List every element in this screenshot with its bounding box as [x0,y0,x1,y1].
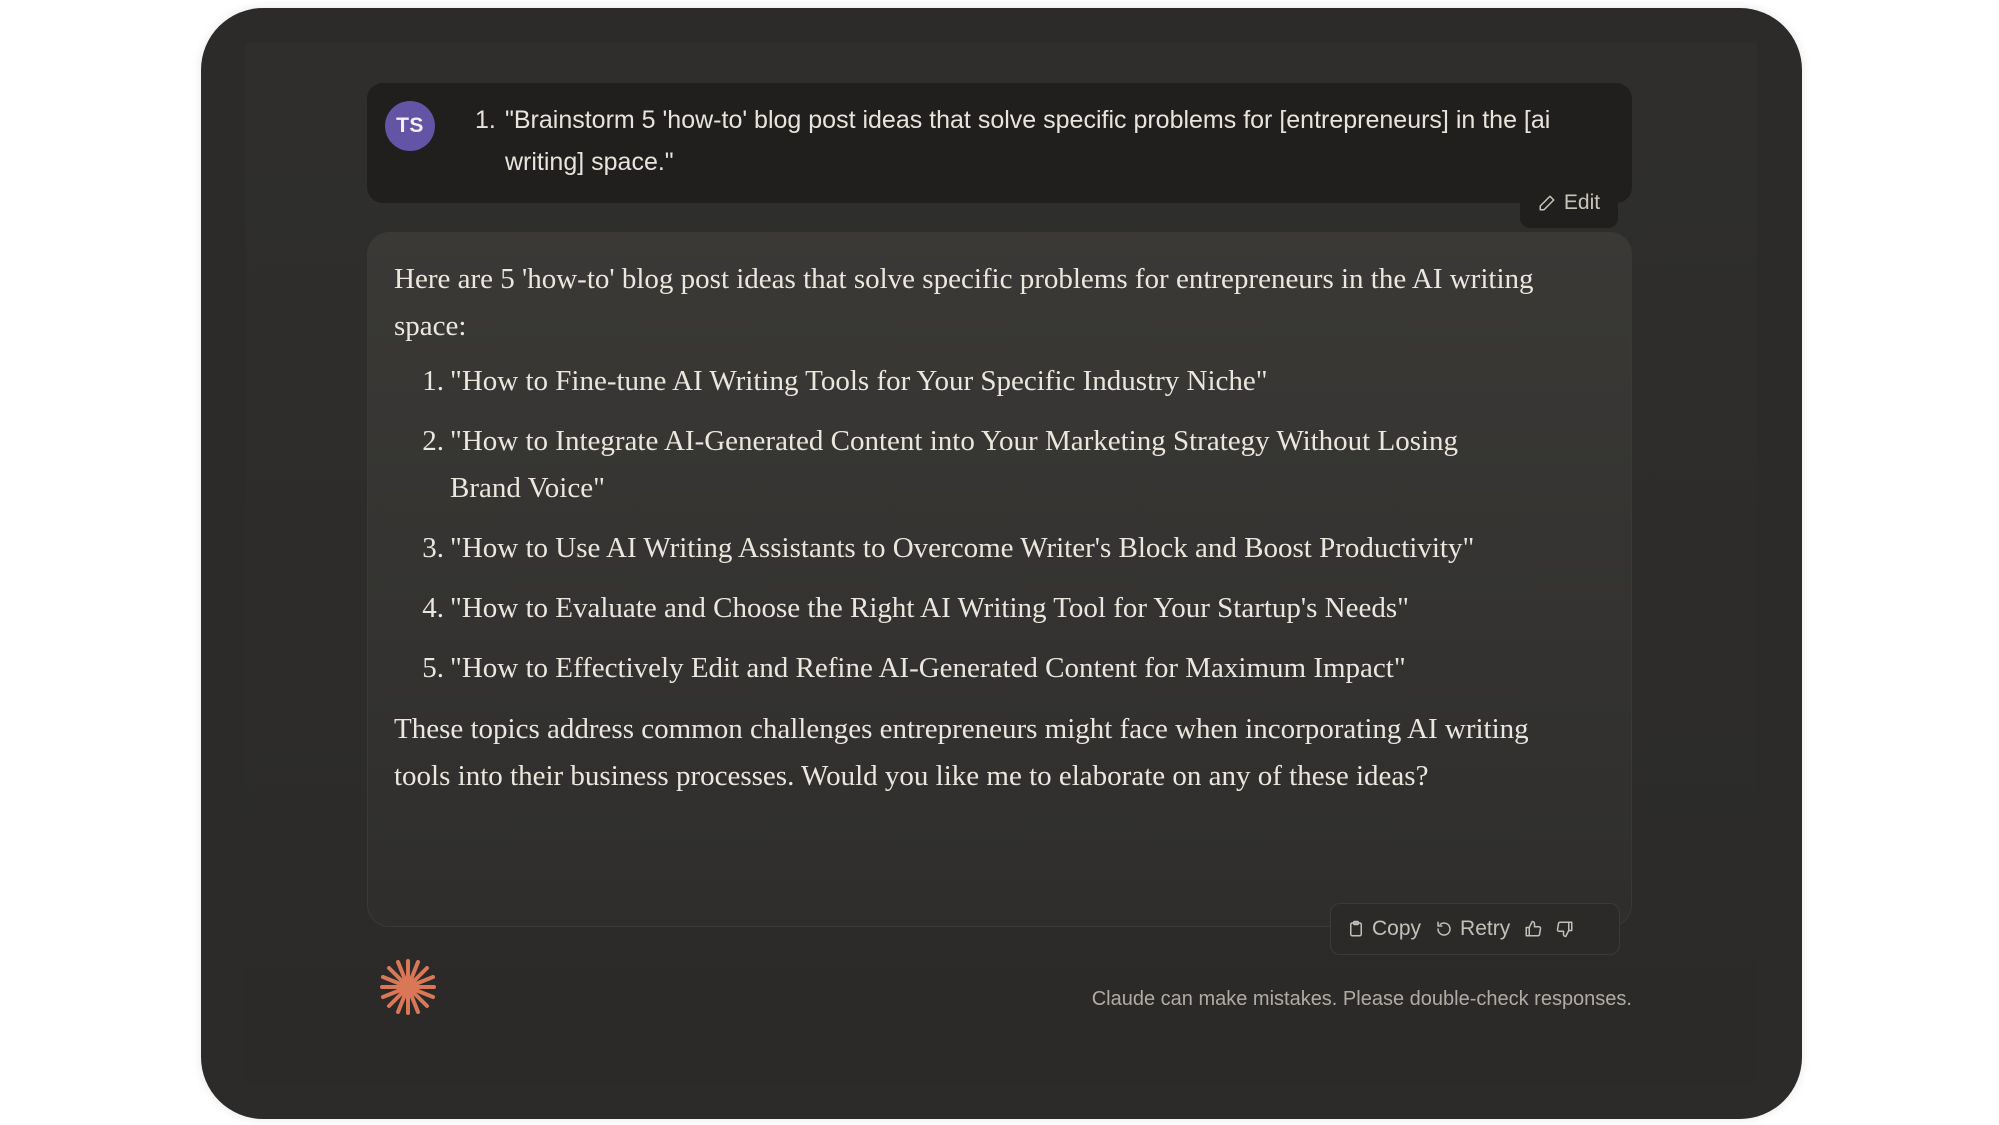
list-item: 5. "How to Effectively Edit and Refine A… [394,645,1554,692]
response-outro: These topics address common challenges e… [394,713,1529,792]
retry-label: Retry [1460,917,1511,940]
copy-label: Copy [1372,917,1422,940]
list-item-number: 3. [422,532,444,564]
thumbs-down-icon [1556,921,1573,938]
user-prompt-text: "Brainstorm 5 'how-to' blog post ideas t… [505,106,1551,176]
list-item: 2. "How to Integrate AI-Generated Conten… [394,418,1554,512]
assistant-message-content: Here are 5 'how-to' blog post ideas that… [394,256,1554,800]
thumbs-up-icon [1525,920,1542,937]
list-item-text: "How to Evaluate and Choose the Right AI… [450,592,1409,624]
list-item-text: "How to Integrate AI-Generated Content i… [450,425,1459,504]
list-item: 3. "How to Use AI Writing Assistants to … [394,525,1554,572]
list-item-number: 1. [422,365,444,397]
thumbs-down-button[interactable] [1556,920,1574,938]
user-list-number: 1. [475,106,496,134]
claude-sparkle-icon [380,959,436,1015]
list-item-text: "How to Fine-tune AI Writing Tools for Y… [450,365,1268,397]
response-intro: Here are 5 'how-to' blog post ideas that… [394,263,1534,342]
disclaimer-text: Claude can make mistakes. Please double-… [1091,988,1632,1010]
list-item-number: 2. [422,425,444,457]
retry-icon [1437,921,1451,936]
edit-button[interactable]: Edit [1520,178,1618,228]
retry-button[interactable]: Retry [1435,917,1510,941]
edit-label: Edit [1563,191,1601,214]
list-item-text: "How to Use AI Writing Assistants to Ove… [450,532,1475,564]
user-message-text: 1. "Brainstorm 5 'how-to' blog post idea… [475,99,1605,183]
list-item-text: "How to Effectively Edit and Refine AI-G… [450,652,1406,684]
ideas-list: 1. "How to Fine-tune AI Writing Tools fo… [394,358,1554,692]
list-item-number: 4. [422,592,444,624]
list-item: 1. "How to Fine-tune AI Writing Tools fo… [394,358,1554,405]
copy-button[interactable]: Copy [1347,917,1421,941]
thumbs-up-button[interactable] [1524,920,1542,938]
list-item-number: 5. [422,652,444,684]
list-item: 4. "How to Evaluate and Choose the Right… [394,585,1554,632]
pencil-icon [1539,195,1555,211]
clipboard-icon [1350,920,1362,937]
user-avatar: TS [385,101,435,151]
message-actions: Copy Retry [1330,903,1620,955]
